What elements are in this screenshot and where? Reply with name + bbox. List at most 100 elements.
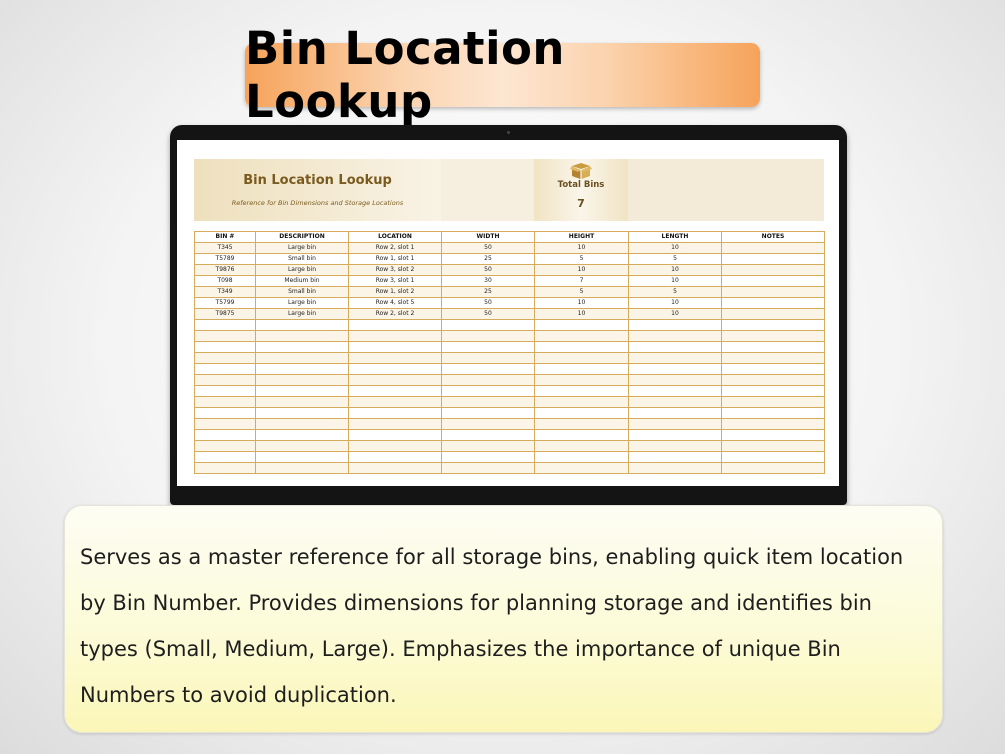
table-cell[interactable]: [721, 253, 825, 265]
table-cell[interactable]: T5799: [194, 297, 256, 309]
table-cell[interactable]: 5: [534, 286, 629, 298]
column-header[interactable]: WIDTH: [441, 231, 535, 243]
table-cell[interactable]: [721, 319, 825, 331]
table-cell[interactable]: [628, 341, 722, 353]
column-header[interactable]: LENGTH: [628, 231, 722, 243]
table-cell[interactable]: [255, 363, 349, 375]
table-cell[interactable]: [194, 330, 256, 342]
table-cell[interactable]: [721, 330, 825, 342]
table-cell[interactable]: [721, 308, 825, 320]
table-cell[interactable]: Large bin: [255, 242, 349, 254]
table-cell[interactable]: 30: [441, 275, 535, 287]
table-cell[interactable]: [348, 385, 442, 397]
table-cell[interactable]: 7: [534, 275, 629, 287]
table-cell[interactable]: Row 2, slot 1: [348, 242, 442, 254]
table-cell[interactable]: [721, 242, 825, 254]
table-cell[interactable]: [194, 385, 256, 397]
table-cell[interactable]: [348, 330, 442, 342]
table-cell[interactable]: 10: [534, 264, 629, 276]
table-cell[interactable]: [628, 374, 722, 386]
table-cell[interactable]: [721, 275, 825, 287]
table-cell[interactable]: 50: [441, 297, 535, 309]
table-cell[interactable]: [348, 396, 442, 408]
table-cell[interactable]: [441, 429, 535, 441]
table-cell[interactable]: [194, 429, 256, 441]
table-cell[interactable]: Row 3, slot 1: [348, 275, 442, 287]
table-cell[interactable]: 50: [441, 242, 535, 254]
table-cell[interactable]: Small bin: [255, 286, 349, 298]
table-cell[interactable]: [721, 418, 825, 430]
table-cell[interactable]: [628, 462, 722, 474]
table-cell[interactable]: [194, 374, 256, 386]
table-cell[interactable]: [255, 440, 349, 452]
table-cell[interactable]: [348, 418, 442, 430]
table-cell[interactable]: [348, 319, 442, 331]
table-cell[interactable]: 10: [628, 242, 722, 254]
table-cell[interactable]: Row 4, slot 5: [348, 297, 442, 309]
table-cell[interactable]: [534, 451, 629, 463]
table-cell[interactable]: T349: [194, 286, 256, 298]
table-cell[interactable]: [534, 462, 629, 474]
table-cell[interactable]: [721, 385, 825, 397]
table-cell[interactable]: [534, 429, 629, 441]
table-cell[interactable]: [194, 396, 256, 408]
table-cell[interactable]: 10: [628, 308, 722, 320]
table-cell[interactable]: [628, 352, 722, 364]
table-cell[interactable]: [721, 286, 825, 298]
table-cell[interactable]: [194, 319, 256, 331]
table-cell[interactable]: 25: [441, 286, 535, 298]
table-cell[interactable]: [255, 407, 349, 419]
column-header[interactable]: NOTES: [721, 231, 825, 243]
table-cell[interactable]: Row 3, slot 2: [348, 264, 442, 276]
table-cell[interactable]: [628, 319, 722, 331]
table-cell[interactable]: [721, 363, 825, 375]
table-cell[interactable]: Large bin: [255, 308, 349, 320]
table-cell[interactable]: [441, 330, 535, 342]
table-cell[interactable]: Row 1, slot 1: [348, 253, 442, 265]
table-cell[interactable]: [721, 264, 825, 276]
table-cell[interactable]: [348, 440, 442, 452]
table-cell[interactable]: [721, 462, 825, 474]
table-cell[interactable]: 10: [628, 275, 722, 287]
table-cell[interactable]: [534, 341, 629, 353]
table-cell[interactable]: [194, 341, 256, 353]
table-cell[interactable]: T9875: [194, 308, 256, 320]
table-cell[interactable]: [534, 396, 629, 408]
table-cell[interactable]: [255, 396, 349, 408]
table-cell[interactable]: [194, 352, 256, 364]
table-cell[interactable]: [348, 341, 442, 353]
table-cell[interactable]: [441, 363, 535, 375]
table-cell[interactable]: [721, 407, 825, 419]
table-cell[interactable]: [441, 385, 535, 397]
table-cell[interactable]: [628, 385, 722, 397]
table-cell[interactable]: 5: [628, 253, 722, 265]
table-cell[interactable]: [441, 451, 535, 463]
table-cell[interactable]: Row 1, slot 2: [348, 286, 442, 298]
table-cell[interactable]: [255, 352, 349, 364]
table-cell[interactable]: [441, 374, 535, 386]
table-cell[interactable]: [441, 341, 535, 353]
table-cell[interactable]: [348, 429, 442, 441]
table-cell[interactable]: T5789: [194, 253, 256, 265]
table-cell[interactable]: Large bin: [255, 264, 349, 276]
table-cell[interactable]: [194, 407, 256, 419]
table-cell[interactable]: [348, 407, 442, 419]
table-cell[interactable]: 50: [441, 308, 535, 320]
table-cell[interactable]: [628, 440, 722, 452]
table-cell[interactable]: [721, 396, 825, 408]
table-cell[interactable]: [441, 440, 535, 452]
table-cell[interactable]: [534, 418, 629, 430]
table-cell[interactable]: [721, 341, 825, 353]
table-cell[interactable]: Row 2, slot 2: [348, 308, 442, 320]
table-cell[interactable]: [255, 330, 349, 342]
column-header[interactable]: DESCRIPTION: [255, 231, 349, 243]
table-cell[interactable]: [441, 418, 535, 430]
table-cell[interactable]: [534, 352, 629, 364]
table-cell[interactable]: [721, 451, 825, 463]
table-cell[interactable]: 10: [534, 297, 629, 309]
table-cell[interactable]: [348, 363, 442, 375]
table-cell[interactable]: [194, 363, 256, 375]
table-cell[interactable]: T098: [194, 275, 256, 287]
table-cell[interactable]: [628, 363, 722, 375]
table-cell[interactable]: Medium bin: [255, 275, 349, 287]
